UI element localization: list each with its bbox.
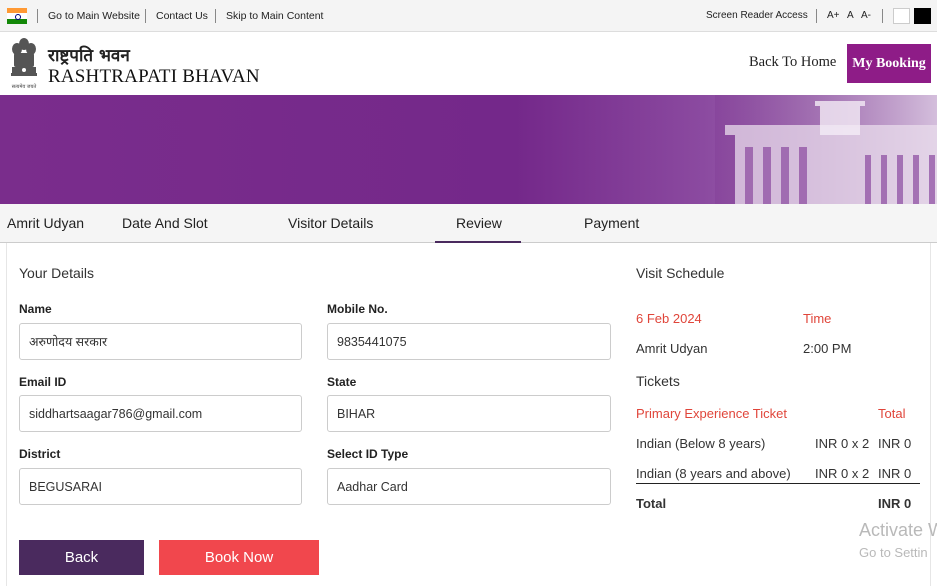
step-review[interactable]: Review: [456, 215, 502, 231]
district-field[interactable]: BEGUSARAI: [19, 468, 302, 505]
building-image: [715, 95, 937, 204]
visit-date: 6 Feb 2024: [636, 311, 702, 326]
tickets-title: Tickets: [636, 373, 680, 389]
step-amrit-udyan[interactable]: Amrit Udyan: [7, 215, 84, 231]
font-decrease-button[interactable]: A-: [861, 10, 871, 21]
screen-reader-link[interactable]: Screen Reader Access: [706, 10, 808, 21]
india-flag-icon: [7, 8, 27, 24]
book-now-button[interactable]: Book Now: [159, 540, 319, 575]
ticket-row-name: Indian (Below 8 years): [636, 436, 766, 451]
separator: [816, 9, 817, 23]
step-visitor-details[interactable]: Visitor Details: [288, 215, 373, 231]
site-title-english: RASHTRAPATI BHAVAN: [48, 66, 260, 87]
ticket-row-name: Indian (8 years and above): [636, 466, 791, 481]
venue-name: Amrit Udyan: [636, 341, 708, 356]
site-header: सत्यमेव जयते राष्ट्रपति भवन RASHTRAPATI …: [0, 32, 937, 95]
email-label: Email ID: [19, 375, 67, 389]
grand-total-value: INR 0: [878, 496, 912, 511]
back-button[interactable]: Back: [19, 540, 144, 575]
name-label: Name: [19, 302, 52, 316]
ticket-row-qty: INR 0 x 2: [815, 466, 870, 481]
separator: [882, 9, 883, 23]
activate-windows-subtext: Go to Settin: [859, 545, 928, 560]
contact-us-link[interactable]: Contact Us: [156, 10, 208, 22]
ticket-row-total: INR 0: [878, 436, 912, 451]
grand-total-label: Total: [636, 496, 667, 511]
booking-steps: Amrit Udyan Date And Slot Visitor Detail…: [0, 204, 937, 243]
visit-time: 2:00 PM: [803, 341, 852, 356]
tickets-divider: [636, 483, 920, 484]
ticket-row-qty: INR 0 x 2: [815, 436, 870, 451]
national-emblem-icon: सत्यमेव जयते: [11, 38, 37, 90]
emblem-caption: सत्यमेव जयते: [12, 83, 37, 90]
ticket-row-total: INR 0: [878, 466, 912, 481]
activate-windows-watermark: Activate W: [859, 520, 937, 540]
visit-schedule-title: Visit Schedule: [636, 265, 725, 281]
step-payment[interactable]: Payment: [584, 215, 639, 231]
mobile-field[interactable]: 9835441075: [327, 323, 611, 360]
site-title-hindi: राष्ट्रपति भवन: [48, 46, 130, 66]
step-date-and-slot[interactable]: Date And Slot: [122, 215, 208, 231]
top-utility-bar: Go to Main Website Contact Us Skip to Ma…: [0, 0, 937, 32]
separator: [145, 9, 146, 23]
back-to-home-link[interactable]: Back To Home: [749, 54, 836, 71]
name-field[interactable]: अरुणोदय सरकार: [19, 323, 302, 360]
state-field[interactable]: BIHAR: [327, 395, 611, 432]
my-booking-button[interactable]: My Booking: [847, 44, 931, 83]
separator: [37, 9, 38, 23]
main-website-link[interactable]: Go to Main Website: [48, 10, 140, 22]
id-type-select[interactable]: Aadhar Card: [327, 468, 611, 505]
skip-to-content-link[interactable]: Skip to Main Content: [226, 10, 323, 22]
font-increase-button[interactable]: A+: [827, 10, 840, 21]
your-details-title: Your Details: [19, 265, 94, 281]
ticket-type-header: Primary Experience Ticket: [636, 406, 787, 421]
state-label: State: [327, 375, 357, 389]
dark-contrast-button[interactable]: [914, 8, 931, 24]
district-label: District: [19, 447, 61, 461]
font-normal-button[interactable]: A: [847, 10, 854, 21]
separator: [215, 9, 216, 23]
ticket-total-header: Total: [878, 406, 906, 421]
time-label: Time: [803, 311, 832, 326]
email-field[interactable]: siddhartsaagar786@gmail.com: [19, 395, 302, 432]
light-contrast-button[interactable]: [893, 8, 910, 24]
mobile-label: Mobile No.: [327, 302, 388, 316]
id-type-label: Select ID Type: [327, 447, 409, 461]
hero-banner: [0, 95, 937, 204]
